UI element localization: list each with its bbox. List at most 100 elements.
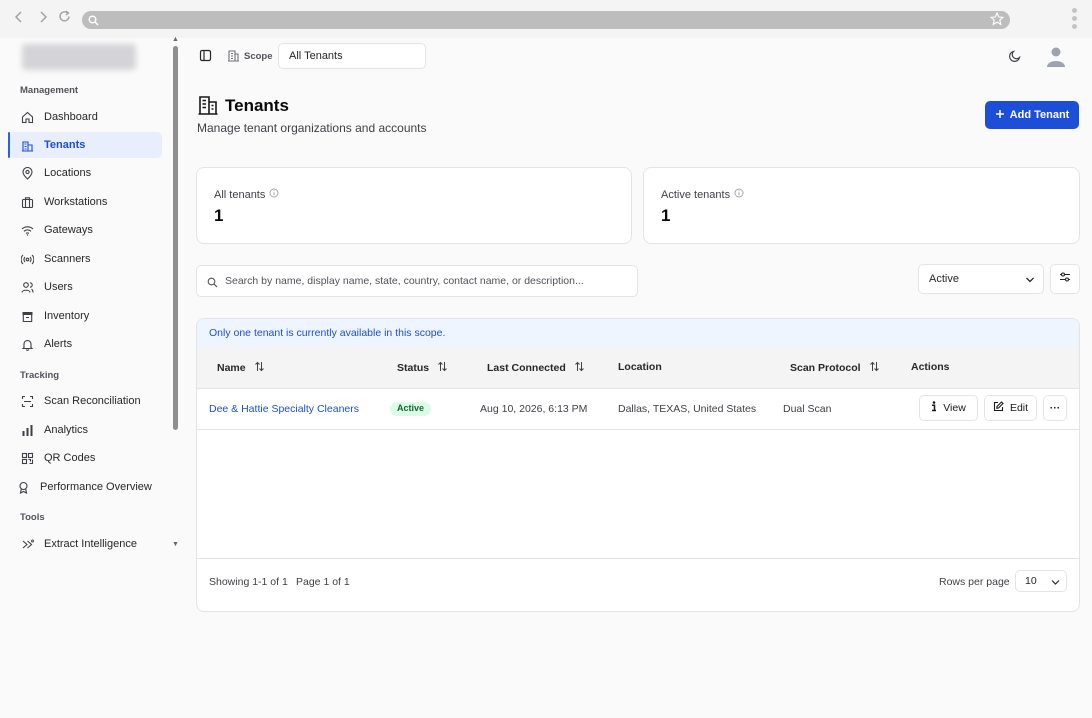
- sliders-icon: [1059, 270, 1071, 288]
- sidebar-item-gateways[interactable]: Gateways: [8, 217, 162, 243]
- forward-icon[interactable]: [38, 10, 48, 26]
- column-header-status[interactable]: Status: [397, 361, 448, 375]
- sidebar-item-performance-overview[interactable]: Performance Overview: [4, 474, 158, 500]
- topbar: Scope All Tenants: [182, 38, 1092, 78]
- back-icon[interactable]: [14, 10, 24, 26]
- pagination-showing: Showing 1-1 of 1: [209, 576, 288, 588]
- sidebar-item-label: QR Codes: [44, 452, 96, 464]
- chevron-down-icon: [1025, 275, 1035, 287]
- info-icon[interactable]: [734, 188, 744, 201]
- scroll-down-icon[interactable]: ▼: [172, 541, 179, 548]
- chevrons-icon: [20, 537, 34, 551]
- bar-chart-icon: [20, 423, 34, 437]
- plus-icon: [995, 109, 1005, 122]
- sidebar-item-analytics[interactable]: Analytics: [8, 417, 162, 443]
- section-label-tracking: Tracking: [20, 370, 60, 381]
- users-icon: [20, 280, 34, 294]
- browser-menu-icon[interactable]: [1072, 8, 1078, 32]
- sidebar-toggle-icon[interactable]: [199, 49, 212, 67]
- more-actions-button[interactable]: ···: [1043, 395, 1067, 421]
- scope-notice: Only one tenant is currently available i…: [197, 319, 1079, 347]
- rows-per-page-select[interactable]: 10: [1015, 570, 1067, 592]
- sidebar-item-label: Analytics: [44, 424, 89, 436]
- search-icon: [207, 275, 218, 293]
- sidebar-item-extract-intelligence[interactable]: Extract Intelligence: [8, 531, 162, 557]
- search-input[interactable]: [225, 272, 625, 290]
- map-pin-icon: [20, 166, 34, 180]
- award-icon: [16, 480, 30, 494]
- location-cell: Dallas, TEXAS, United States: [618, 403, 757, 415]
- tenant-name-link[interactable]: Dee & Hattie Specialty Cleaners: [209, 403, 359, 415]
- bell-icon: [20, 337, 34, 351]
- column-header-last-connected[interactable]: Last Connected: [487, 361, 585, 375]
- edit-button[interactable]: Edit: [984, 395, 1037, 421]
- sort-icon[interactable]: [869, 361, 880, 375]
- scan-protocol-cell: Dual Scan: [783, 403, 832, 415]
- divider: [197, 558, 1079, 559]
- sidebar-item-label: Dashboard: [44, 111, 98, 123]
- sidebar-item-inventory[interactable]: Inventory: [8, 303, 162, 329]
- view-button[interactable]: View: [919, 395, 978, 421]
- building-icon: [20, 138, 34, 152]
- sidebar-item-alerts[interactable]: Alerts: [8, 331, 162, 357]
- building-icon: [227, 49, 240, 67]
- home-icon: [20, 110, 34, 124]
- sidebar-item-scanners[interactable]: Scanners: [8, 246, 162, 272]
- column-header-name[interactable]: Name: [217, 361, 265, 375]
- stat-label: All tenants: [214, 188, 266, 201]
- sidebar-item-locations[interactable]: Locations: [8, 160, 162, 186]
- stat-label: Active tenants: [661, 188, 731, 201]
- sidebar-scrollbar[interactable]: ▲ ▼: [172, 36, 180, 550]
- column-header-actions: Actions: [911, 361, 950, 373]
- scan-icon: [20, 394, 34, 408]
- brand-logo: [22, 44, 136, 70]
- sidebar-item-label: Extract Intelligence: [44, 538, 137, 550]
- radio-icon: [20, 252, 34, 266]
- sidebar-item-scan-reconciliation[interactable]: Scan Reconciliation: [8, 388, 162, 414]
- search-icon: [88, 13, 99, 31]
- status-filter-select[interactable]: Active: [918, 264, 1044, 294]
- sidebar-item-label: Performance Overview: [40, 481, 152, 493]
- scope-label: Scope: [244, 51, 273, 62]
- pagination-page: Page 1 of 1: [296, 576, 350, 588]
- wifi-icon: [20, 223, 34, 237]
- scroll-up-icon[interactable]: ▲: [172, 36, 179, 43]
- address-bar[interactable]: [82, 11, 1010, 29]
- sidebar-item-label: Workstations: [44, 196, 108, 208]
- section-label-tools: Tools: [20, 512, 45, 523]
- sidebar-item-label: Scanners: [44, 253, 91, 265]
- filter-settings-button[interactable]: [1050, 264, 1080, 294]
- section-label-management: Management: [20, 85, 79, 96]
- sidebar-item-dashboard[interactable]: Dashboard: [8, 104, 162, 130]
- add-tenant-button[interactable]: Add Tenant: [985, 101, 1079, 129]
- sort-icon[interactable]: [437, 361, 448, 375]
- sidebar: Management Dashboard Tenants Locations W…: [0, 38, 170, 550]
- stat-card-all-tenants: All tenants 1: [196, 167, 632, 244]
- stat-value: 1: [214, 206, 224, 225]
- table-row: Dee & Hattie Specialty Cleaners Active A…: [197, 389, 1079, 430]
- sidebar-item-workstations[interactable]: Workstations: [8, 189, 162, 215]
- column-header-location: Location: [618, 361, 662, 373]
- page-title: Tenants: [225, 96, 289, 115]
- sidebar-item-tenants[interactable]: Tenants: [8, 132, 162, 158]
- scrollbar-thumb[interactable]: [173, 46, 178, 430]
- stat-card-active-tenants: Active tenants 1: [643, 167, 1080, 244]
- column-header-scan-protocol[interactable]: Scan Protocol: [790, 361, 880, 375]
- sidebar-item-label: Gateways: [44, 224, 93, 236]
- moon-icon[interactable]: [1008, 49, 1022, 68]
- tenants-building-icon: [197, 94, 219, 121]
- stat-value: 1: [661, 206, 671, 225]
- sidebar-item-qr-codes[interactable]: QR Codes: [8, 445, 162, 471]
- sort-icon[interactable]: [574, 361, 585, 375]
- scope-selector[interactable]: All Tenants: [278, 43, 426, 69]
- rows-per-page-label: Rows per page: [939, 576, 1010, 588]
- sidebar-item-users[interactable]: Users: [8, 274, 162, 300]
- avatar[interactable]: [1046, 46, 1066, 73]
- info-icon[interactable]: [269, 188, 279, 201]
- bookmark-star-icon[interactable]: [989, 11, 1005, 31]
- archive-icon: [20, 309, 34, 323]
- sort-icon[interactable]: [254, 361, 265, 375]
- reload-icon[interactable]: [58, 10, 71, 26]
- sidebar-item-label: Inventory: [44, 310, 90, 322]
- browser-chrome: [0, 0, 1092, 38]
